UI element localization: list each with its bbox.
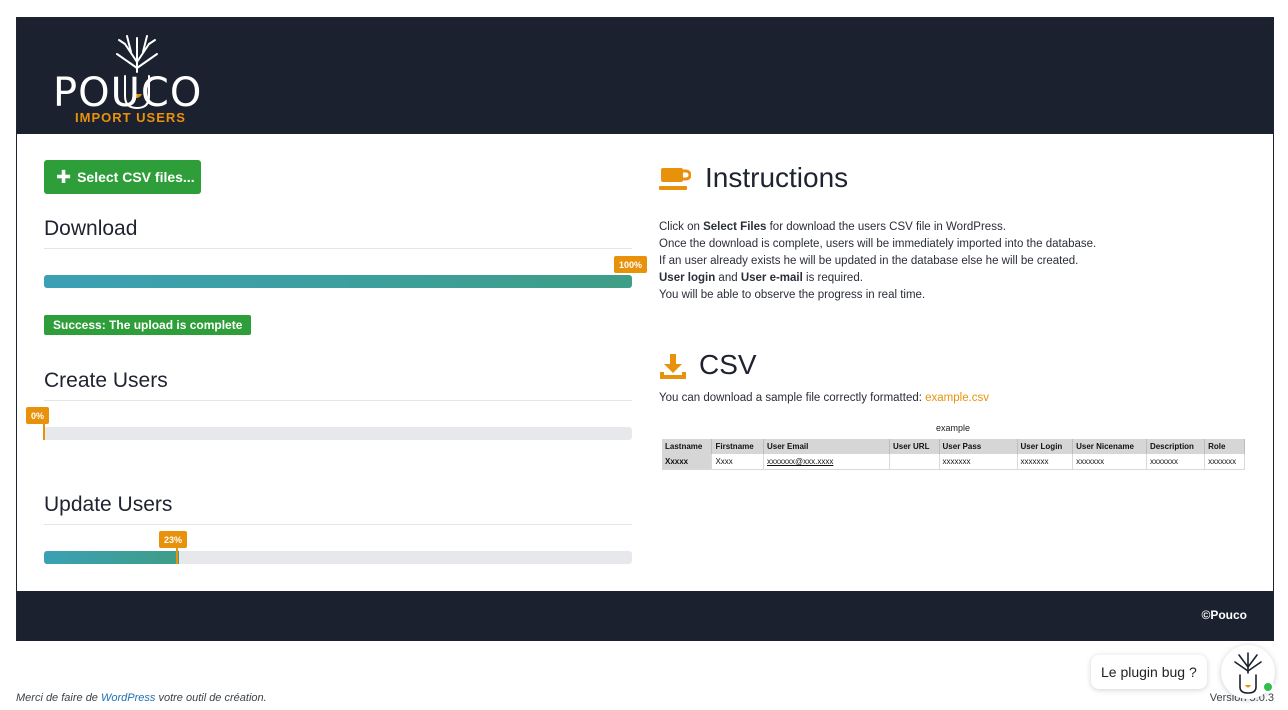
example-header-cell: User Email <box>763 439 890 454</box>
example-header-cell: User Login <box>1017 439 1074 454</box>
example-header-cell: Role <box>1204 439 1245 454</box>
example-header-cell: Description <box>1146 439 1206 454</box>
example-cell: xxxxxxx <box>1017 454 1074 470</box>
logo-subtitle: IMPORT USERS <box>75 110 186 125</box>
update-progress-bar <box>44 551 632 564</box>
create-percent-tag: 0% <box>26 407 50 424</box>
footer: ©Pouco <box>17 591 1273 641</box>
download-icon <box>660 354 686 379</box>
example-cell: xxxxxxx <box>1146 454 1206 470</box>
example-header-cell: User Pass <box>939 439 1018 454</box>
update-users-divider <box>44 524 632 525</box>
select-csv-button[interactable]: ✚ Select CSV files... <box>44 160 201 194</box>
update-progress-fill <box>44 551 180 564</box>
table-row: Xxxxx Xxxx xxxxxxx@xxx.xxxx xxxxxxx xxxx… <box>662 454 1245 470</box>
online-status-dot <box>1262 681 1274 693</box>
update-percent-tag: 23% <box>159 531 188 548</box>
example-cell <box>889 454 940 470</box>
example-header-cell: User URL <box>889 439 940 454</box>
update-progress-marker <box>176 548 178 564</box>
select-csv-label: Select CSV files... <box>77 169 195 185</box>
wordpress-link[interactable]: WordPress <box>101 692 155 704</box>
example-caption: example <box>935 423 971 433</box>
logo: POUCO IMPORT USERS <box>53 32 233 128</box>
instructions-text: Click on Select Files for download the u… <box>659 219 1096 304</box>
example-cell: Xxxx <box>711 454 764 470</box>
coffee-cup-icon <box>659 168 691 190</box>
help-chat-bubble[interactable]: Le plugin bug ? <box>1091 655 1207 689</box>
example-cell: xxxxxxx <box>1072 454 1147 470</box>
download-progress-bar <box>44 275 632 288</box>
example-cell: xxxxxxx <box>1204 454 1245 470</box>
csv-description: You can download a sample file correctly… <box>659 392 990 404</box>
plus-icon: ✚ <box>56 167 72 187</box>
example-cell: xxxxxxx@xxx.xxxx <box>763 454 890 470</box>
instructions-line-5: You will be able to observe the progress… <box>659 289 926 301</box>
example-header-cell: User Nicename <box>1072 439 1147 454</box>
example-header-cell: Firstname <box>711 439 764 454</box>
create-users-divider <box>44 400 632 401</box>
create-progress-marker <box>43 424 45 440</box>
csv-title: CSV <box>699 349 757 380</box>
plugin-frame: POUCO IMPORT USERS ✚ Select CSV files...… <box>16 17 1274 641</box>
header: POUCO IMPORT USERS <box>17 18 1273 134</box>
download-percent-tag: 100% <box>614 256 648 273</box>
example-cell: Xxxxx <box>662 454 713 470</box>
footer-copyright: ©Pouco <box>1201 608 1247 622</box>
create-progress-bar <box>44 427 632 440</box>
update-users-title: Update Users <box>44 493 173 516</box>
instructions-title: Instructions <box>705 162 849 193</box>
example-table: Lastname Firstname User Email User URL U… <box>662 439 1245 470</box>
instructions-line-3: If an user already exists he will be upd… <box>659 255 1079 267</box>
instructions-line-1: Click on Select Files for download the u… <box>659 221 1006 233</box>
example-cell: xxxxxxx <box>939 454 1018 470</box>
download-title: Download <box>44 217 138 240</box>
wordpress-credit: Merci de faire de WordPress votre outil … <box>16 692 267 704</box>
instructions-line-4: User login and User e-mail is required. <box>659 272 863 284</box>
download-divider <box>44 248 632 249</box>
upload-status-badge: Success: The upload is complete <box>44 315 252 335</box>
example-csv-link[interactable]: example.csv <box>925 392 989 404</box>
example-header-cell: Lastname <box>662 439 713 454</box>
create-users-title: Create Users <box>44 369 168 392</box>
download-progress-fill <box>44 275 632 288</box>
instructions-line-2: Once the download is complete, users wil… <box>659 238 1097 250</box>
